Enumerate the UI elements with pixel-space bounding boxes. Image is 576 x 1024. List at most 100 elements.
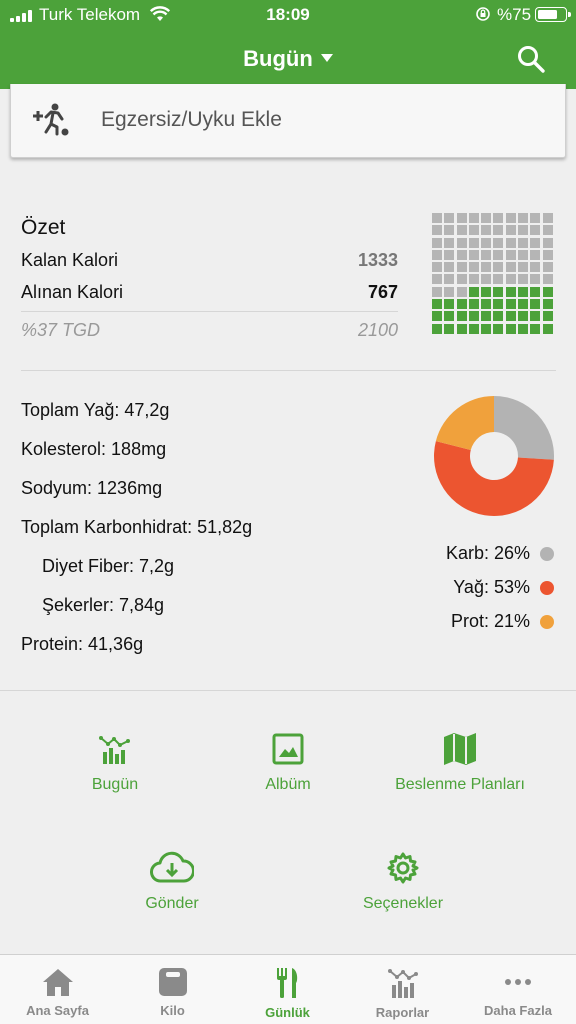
waffle-cell <box>468 249 479 260</box>
waffle-cell <box>444 249 455 260</box>
waffle-cell <box>518 249 529 260</box>
waffle-cell <box>542 299 553 310</box>
waffle-cell <box>468 323 479 334</box>
legend-protein: Prot: 21% <box>451 611 554 632</box>
waffle-cell <box>456 249 467 260</box>
waffle-cell <box>444 237 455 248</box>
donut-slice-carbs <box>494 396 554 460</box>
waffle-cell <box>456 262 467 273</box>
waffle-cell <box>468 274 479 285</box>
tab-reports[interactable]: Raporlar <box>345 955 460 1024</box>
waffle-cell <box>432 323 442 334</box>
waffle-cell <box>518 225 529 236</box>
daily-goal-percent: %37 TGD <box>21 320 101 340</box>
waffle-cell <box>542 286 553 297</box>
waffle-cell <box>493 286 504 297</box>
cloud-download-icon <box>150 851 194 883</box>
waffle-cell <box>542 274 553 285</box>
tab-more-label: Daha Fazla <box>484 1003 552 1018</box>
nutrient-sodium: Sodyum: 1236mg <box>21 478 163 498</box>
waffle-cell <box>493 237 504 248</box>
waffle-cell <box>468 237 479 248</box>
tab-diary-label: Günlük <box>265 1005 310 1020</box>
waffle-cell <box>530 311 541 322</box>
more-dots-icon <box>505 979 531 985</box>
legend-carbs-dot <box>540 546 554 561</box>
waffle-cell <box>542 311 553 322</box>
waffle-cell <box>481 213 492 223</box>
waffle-cell <box>444 225 455 236</box>
waffle-cell <box>481 311 492 322</box>
shortcut-today[interactable]: Bugün <box>15 732 215 794</box>
waffle-cell <box>505 249 516 260</box>
shortcut-album[interactable]: Albüm <box>188 732 388 794</box>
page-title: Bugün <box>243 46 313 71</box>
orientation-lock-icon <box>476 7 490 21</box>
waffle-cell <box>468 286 479 297</box>
date-selector[interactable]: Bugün <box>0 46 576 72</box>
nutrient-protein: Protein: 41,36g <box>21 634 144 654</box>
shortcut-send-label: Gönder <box>145 895 199 912</box>
tab-reports-label: Raporlar <box>375 1005 430 1020</box>
reports-chart-icon <box>387 969 418 998</box>
waffle-cell <box>468 299 479 310</box>
waffle-cell <box>542 213 553 223</box>
add-exercise-icon <box>33 103 69 136</box>
waffle-cell <box>481 249 492 260</box>
tab-weight[interactable]: Kilo <box>115 955 230 1024</box>
nutrient-carbs: Toplam Karbonhidrat: 51,82g <box>21 517 253 537</box>
waffle-cell <box>505 286 516 297</box>
add-exercise-button[interactable]: Egzersiz/Uyku Ekle <box>10 84 566 158</box>
waffle-cell <box>468 262 479 273</box>
waffle-cell <box>432 225 442 236</box>
waffle-cell <box>456 274 467 285</box>
waffle-cell <box>493 299 504 310</box>
waffle-cell <box>493 323 504 334</box>
caret-down-icon <box>320 54 333 63</box>
legend-fat-label: Yağ: 53% <box>453 577 530 597</box>
shortcut-options-label: Seçenekler <box>362 895 444 912</box>
legend-protein-label: Prot: 21% <box>450 611 530 631</box>
screen: Turk Telekom 18:09 %75 Bugün Egzersiz/Uy… <box>0 0 576 1024</box>
battery-icon <box>535 7 571 22</box>
shortcut-album-label: Albüm <box>265 776 311 793</box>
tab-diary[interactable]: Günlük <box>230 955 345 1024</box>
shortcut-options[interactable]: Seçenekler <box>303 851 503 913</box>
waffle-cell <box>456 225 467 236</box>
waffle-cell <box>481 225 492 236</box>
waffle-cell <box>481 299 492 310</box>
waffle-cell <box>468 213 479 223</box>
shortcut-send[interactable]: Gönder <box>72 851 272 913</box>
tab-bar: Ana Sayfa Kilo Günlük Raporlar Daha Fazl… <box>0 954 576 1024</box>
calorie-waffle-chart <box>432 213 556 337</box>
tab-more[interactable]: Daha Fazla <box>460 955 576 1024</box>
waffle-cell <box>518 299 529 310</box>
waffle-cell <box>493 262 504 273</box>
legend-carbs-label: Karb: 26% <box>445 543 530 563</box>
waffle-cell <box>432 274 442 285</box>
divider <box>21 311 398 312</box>
search-icon[interactable] <box>516 44 546 74</box>
summary-title: Özet <box>21 216 66 239</box>
waffle-cell <box>518 213 529 223</box>
waffle-cell <box>493 225 504 236</box>
waffle-cell <box>468 311 479 322</box>
waffle-cell <box>493 274 504 285</box>
waffle-cell <box>444 262 455 273</box>
shortcut-plans[interactable]: Beslenme Planları <box>360 732 560 794</box>
waffle-cell <box>530 299 541 310</box>
waffle-cell <box>481 274 492 285</box>
tab-home[interactable]: Ana Sayfa <box>0 955 115 1024</box>
waffle-cell <box>432 299 442 310</box>
remaining-calories-value: 1333 <box>357 250 398 270</box>
nutrient-fat: Toplam Yağ: 47,2g <box>21 400 170 420</box>
waffle-cell <box>518 237 529 248</box>
waffle-cell <box>481 237 492 248</box>
waffle-cell <box>505 274 516 285</box>
waffle-cell <box>530 274 541 285</box>
waffle-cell <box>518 311 529 322</box>
waffle-cell <box>530 286 541 297</box>
waffle-cell <box>505 237 516 248</box>
legend-protein-dot <box>540 614 554 629</box>
divider <box>0 690 576 691</box>
